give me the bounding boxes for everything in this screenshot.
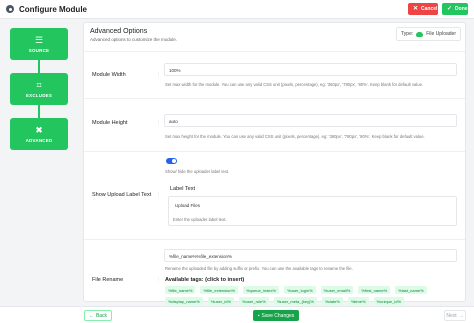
tags-title: Available tags: (click to insert) [165, 277, 245, 283]
row-upload-label: Show Upload Label Text ⋮ Show/ hide the … [84, 151, 465, 239]
page-title: Configure Module [19, 4, 87, 14]
type-value: File Uploader [426, 31, 456, 37]
sub-field-label: Label Text [170, 186, 195, 192]
file-rename-input[interactable]: %file_name%%file_extension% [164, 249, 457, 262]
top-bar: Configure Module ✕ Cancel ✓ Done [0, 0, 474, 19]
check-icon: ✓ [447, 6, 453, 12]
upload-label-toggle[interactable] [166, 158, 177, 164]
back-button[interactable]: ← Back [84, 310, 112, 321]
tag-chip[interactable]: %display_name% [165, 297, 203, 305]
tools-icon: ✖ [35, 124, 43, 135]
help-icon: ⋮ [156, 120, 161, 126]
gear-icon [6, 5, 14, 13]
row-file-rename: File Rename ⋮ %file_name%%file_extension… [84, 239, 465, 305]
help-icon: ⋮ [156, 72, 161, 78]
module-width-input[interactable]: 100% [164, 63, 457, 76]
tags-list: %file_name% %file_extension% %queue_inde… [165, 286, 460, 305]
done-button[interactable]: ✓ Done [442, 3, 468, 15]
field-hint: Set max width for the module. You can us… [165, 82, 424, 87]
close-icon: ✕ [413, 6, 419, 12]
save-label: Save Changes [261, 312, 295, 319]
done-label: Done [455, 6, 468, 12]
tag-chip[interactable]: %file_extension% [200, 286, 239, 294]
tag-chip[interactable]: %user_id% [207, 297, 235, 305]
cancel-label: Cancel [421, 6, 438, 12]
code-icon: ⌗ [36, 79, 42, 90]
back-label: Back [95, 312, 108, 319]
database-icon: ☰ [34, 34, 44, 45]
tag-chip[interactable]: %first_name% [358, 286, 391, 294]
step-label: EXCLUDES [25, 92, 53, 98]
tag-chip[interactable]: %user_meta_{key}% [273, 297, 317, 305]
step-connector [38, 105, 40, 118]
field-label: Module Width [92, 72, 126, 78]
tag-chip[interactable]: %date% [321, 297, 343, 305]
save-changes-button[interactable]: ▪ Save Changes [253, 310, 299, 321]
next-label: Next [446, 312, 457, 319]
panel-subtitle: Advanced options to customize the module… [90, 37, 178, 42]
tag-chip[interactable]: %time% [347, 297, 369, 305]
step-label: ADVANCED [25, 137, 53, 143]
cloud-upload-icon [416, 31, 424, 37]
tag-chip[interactable]: %user_role% [239, 297, 269, 305]
help-icon: ⋮ [156, 192, 161, 198]
field-hint: Set max height for the module. You can u… [165, 134, 425, 139]
next-button[interactable]: Next → [444, 310, 466, 321]
step-excludes[interactable]: ⌗ EXCLUDES [10, 73, 68, 105]
tag-chip[interactable]: %user_email% [320, 286, 354, 294]
field-label: Show Upload Label Text [92, 192, 152, 198]
field-hint: Rename the uploaded file by adding suffi… [165, 266, 353, 271]
tag-chip[interactable]: %last_name% [395, 286, 427, 294]
save-icon: ▪ [257, 312, 260, 319]
arrow-right-icon: → [458, 312, 464, 319]
field-label: File Rename [92, 277, 124, 283]
help-icon: ⋮ [156, 277, 161, 283]
field-label: Module Height [92, 120, 128, 126]
top-actions: ✕ Cancel ✓ Done [408, 3, 468, 15]
advanced-options-panel: Advanced Options Advanced options to cus… [83, 22, 466, 305]
panel-title: Advanced Options [90, 28, 148, 35]
row-module-height: Module Height ⋮ auto Set max height for … [84, 98, 465, 151]
step-label: SOURCE [28, 47, 50, 53]
row-module-width: Module Width ⋮ 100% Set max width for th… [84, 51, 465, 98]
toggle-hint: Show/ hide the uploader label text. [165, 169, 230, 174]
field-hint: Enter the uploader label text. [173, 217, 227, 222]
step-source[interactable]: ☰ SOURCE [10, 28, 68, 60]
tag-chip[interactable]: %user_login% [284, 286, 316, 294]
step-connector [38, 60, 40, 73]
bottom-bar: ← Back ▪ Save Changes Next → [0, 306, 474, 323]
type-label: Type: [401, 31, 414, 37]
step-advanced[interactable]: ✖ ADVANCED [10, 118, 68, 150]
tag-chip[interactable]: %queue_index% [243, 286, 280, 294]
type-badge: Type: File Uploader [396, 27, 461, 41]
label-text-input[interactable]: Upload Files [171, 199, 454, 212]
cancel-button[interactable]: ✕ Cancel [408, 3, 438, 15]
module-height-input[interactable]: auto [164, 114, 457, 127]
tag-chip[interactable]: %file_name% [165, 286, 196, 294]
tag-chip[interactable]: %unique_id% [373, 297, 405, 305]
arrow-left-icon: ← [88, 312, 94, 319]
